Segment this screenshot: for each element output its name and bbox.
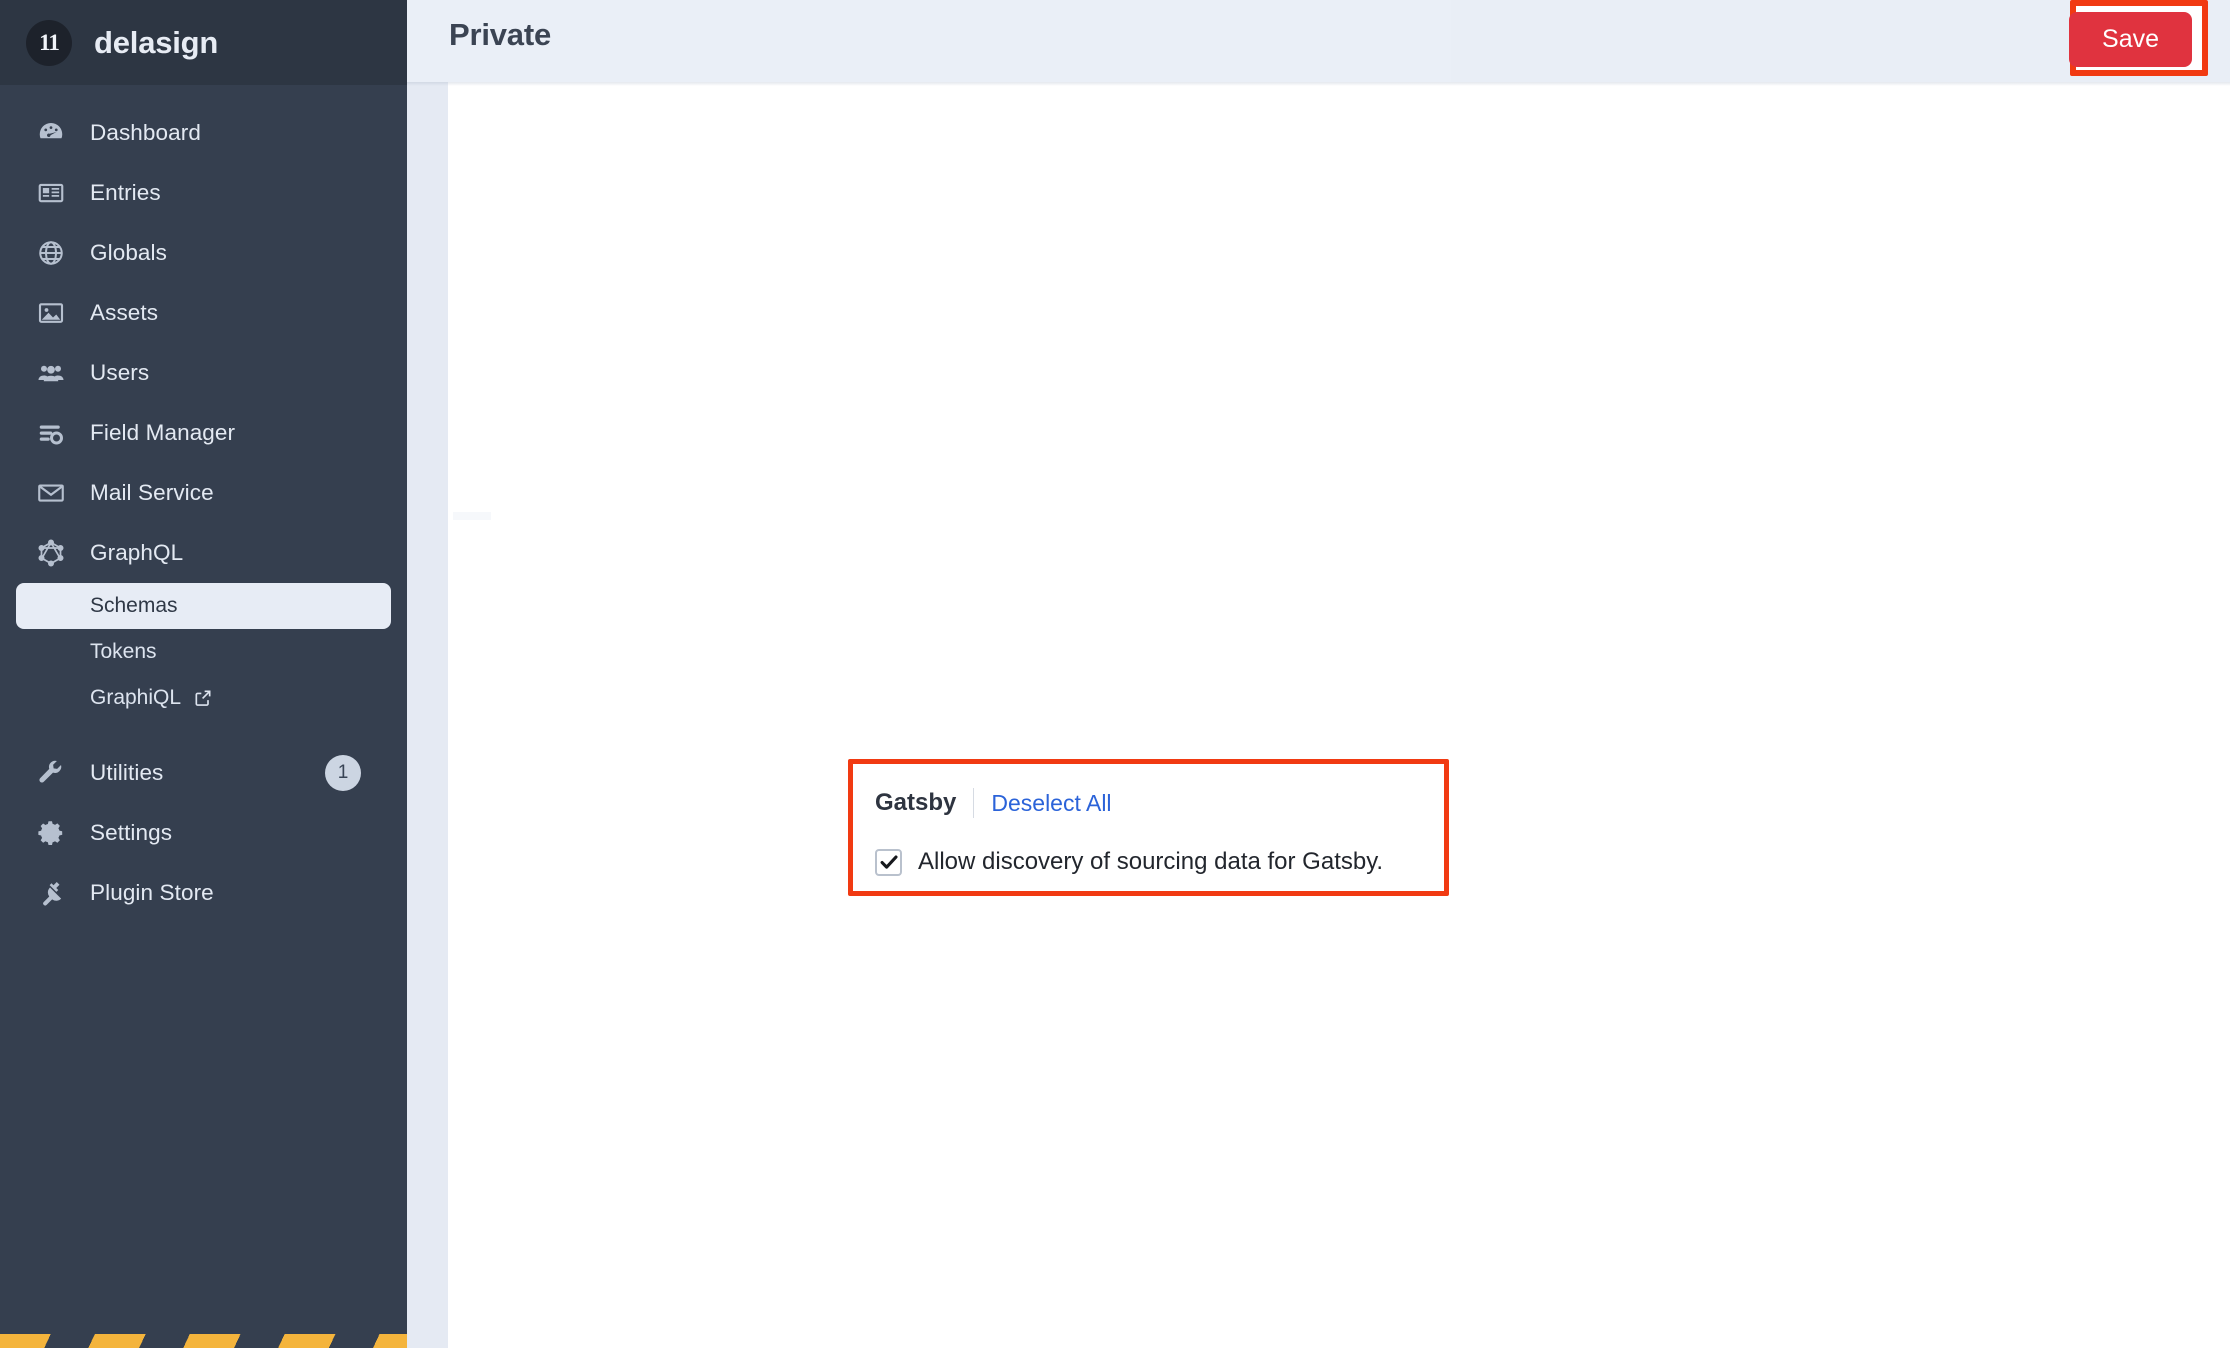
sidebar-item-label: Dashboard bbox=[90, 120, 201, 145]
deselect-all-link[interactable]: Deselect All bbox=[991, 790, 1111, 817]
envelope-icon bbox=[34, 476, 68, 510]
gatsby-title: Gatsby bbox=[875, 789, 957, 816]
sidebar-subitem-graphiql[interactable]: GraphiQL bbox=[16, 675, 391, 721]
sidebar-item-label: Settings bbox=[90, 820, 173, 845]
gatsby-section: Gatsby Deselect All Allow discovery of s… bbox=[875, 786, 1383, 876]
sidebar-item-utilities[interactable]: Utilities 1 bbox=[0, 743, 407, 803]
divider bbox=[973, 788, 975, 818]
sidebar-item-assets[interactable]: Assets bbox=[0, 283, 407, 343]
gatsby-checkbox-row: Allow discovery of sourcing data for Gat… bbox=[875, 848, 1383, 876]
dev-mode-hazard-stripe bbox=[0, 1334, 407, 1348]
sidebar-item-label: Entries bbox=[90, 180, 161, 205]
save-button[interactable]: Save bbox=[2069, 12, 2192, 67]
gatsby-checkbox-label: Allow discovery of sourcing data for Gat… bbox=[918, 848, 1384, 875]
gatsby-section-annotation: Gatsby Deselect All Allow discovery of s… bbox=[848, 759, 1449, 896]
newspaper-icon bbox=[34, 176, 68, 210]
utilities-badge: 1 bbox=[325, 755, 361, 791]
sidebar-item-label: Field Manager bbox=[90, 420, 236, 445]
gauge-icon bbox=[34, 116, 68, 150]
delasign-logo-icon: 11 bbox=[26, 19, 72, 66]
page-title: Private bbox=[449, 17, 551, 52]
sidebar-item-label: Globals bbox=[90, 240, 167, 265]
sidebar: 11 delasign Dashboard Entries Globals As… bbox=[0, 0, 407, 1348]
globe-icon bbox=[34, 236, 68, 270]
brand-name: delasign bbox=[94, 24, 219, 60]
sidebar-subitem-label: Schemas bbox=[90, 594, 178, 617]
sidebar-item-graphql[interactable]: GraphQL bbox=[0, 523, 407, 583]
sidebar-item-label: Users bbox=[90, 360, 150, 385]
sidebar-item-field-manager[interactable]: Field Manager bbox=[0, 403, 407, 463]
wrench-icon bbox=[34, 756, 68, 790]
content-gutter bbox=[407, 82, 448, 1348]
sidebar-item-mail-service[interactable]: Mail Service bbox=[0, 463, 407, 523]
content-panel bbox=[448, 82, 2230, 1348]
sidebar-item-settings[interactable]: Settings bbox=[0, 803, 407, 863]
gear-icon bbox=[34, 816, 68, 850]
sidebar-item-label: Assets bbox=[90, 300, 159, 325]
gatsby-allow-discovery-checkbox[interactable] bbox=[875, 848, 902, 876]
external-link-icon bbox=[193, 688, 213, 708]
sidebar-nav: Dashboard Entries Globals Assets Users F… bbox=[0, 85, 407, 923]
sidebar-item-label: GraphQL bbox=[90, 540, 184, 565]
sidebar-item-label: Mail Service bbox=[90, 480, 214, 505]
image-icon bbox=[34, 296, 68, 330]
sidebar-subitem-schemas[interactable]: Schemas bbox=[16, 583, 391, 629]
admin-app-window: 11 delasign Dashboard Entries Globals As… bbox=[0, 0, 2230, 1348]
sidebar-item-plugin-store[interactable]: Plugin Store bbox=[0, 863, 407, 923]
sliders-gear-icon bbox=[34, 416, 68, 450]
sidebar-subitem-tokens[interactable]: Tokens bbox=[16, 629, 391, 675]
sidebar-item-label: Plugin Store bbox=[90, 880, 214, 905]
gatsby-header: Gatsby Deselect All bbox=[875, 786, 1383, 820]
topbar: Private bbox=[407, 0, 2230, 82]
sidebar-item-dashboard[interactable]: Dashboard bbox=[0, 103, 407, 163]
plug-icon bbox=[34, 876, 68, 910]
sidebar-subitem-label: Tokens bbox=[90, 640, 157, 663]
brand-header[interactable]: 11 delasign bbox=[0, 0, 407, 85]
sidebar-item-label: Utilities bbox=[90, 760, 164, 785]
ghost-mark bbox=[453, 512, 491, 520]
main-area: Private Save Gatsby Deselect All Allow d… bbox=[407, 0, 2230, 1348]
users-icon bbox=[34, 356, 68, 390]
graphql-icon bbox=[34, 536, 68, 570]
sidebar-item-users[interactable]: Users bbox=[0, 343, 407, 403]
topbar-shadow bbox=[407, 82, 2230, 86]
sidebar-item-globals[interactable]: Globals bbox=[0, 223, 407, 283]
sidebar-subitem-label: GraphiQL bbox=[90, 686, 182, 709]
sidebar-item-entries[interactable]: Entries bbox=[0, 163, 407, 223]
topbar-title-band bbox=[407, 0, 1451, 82]
